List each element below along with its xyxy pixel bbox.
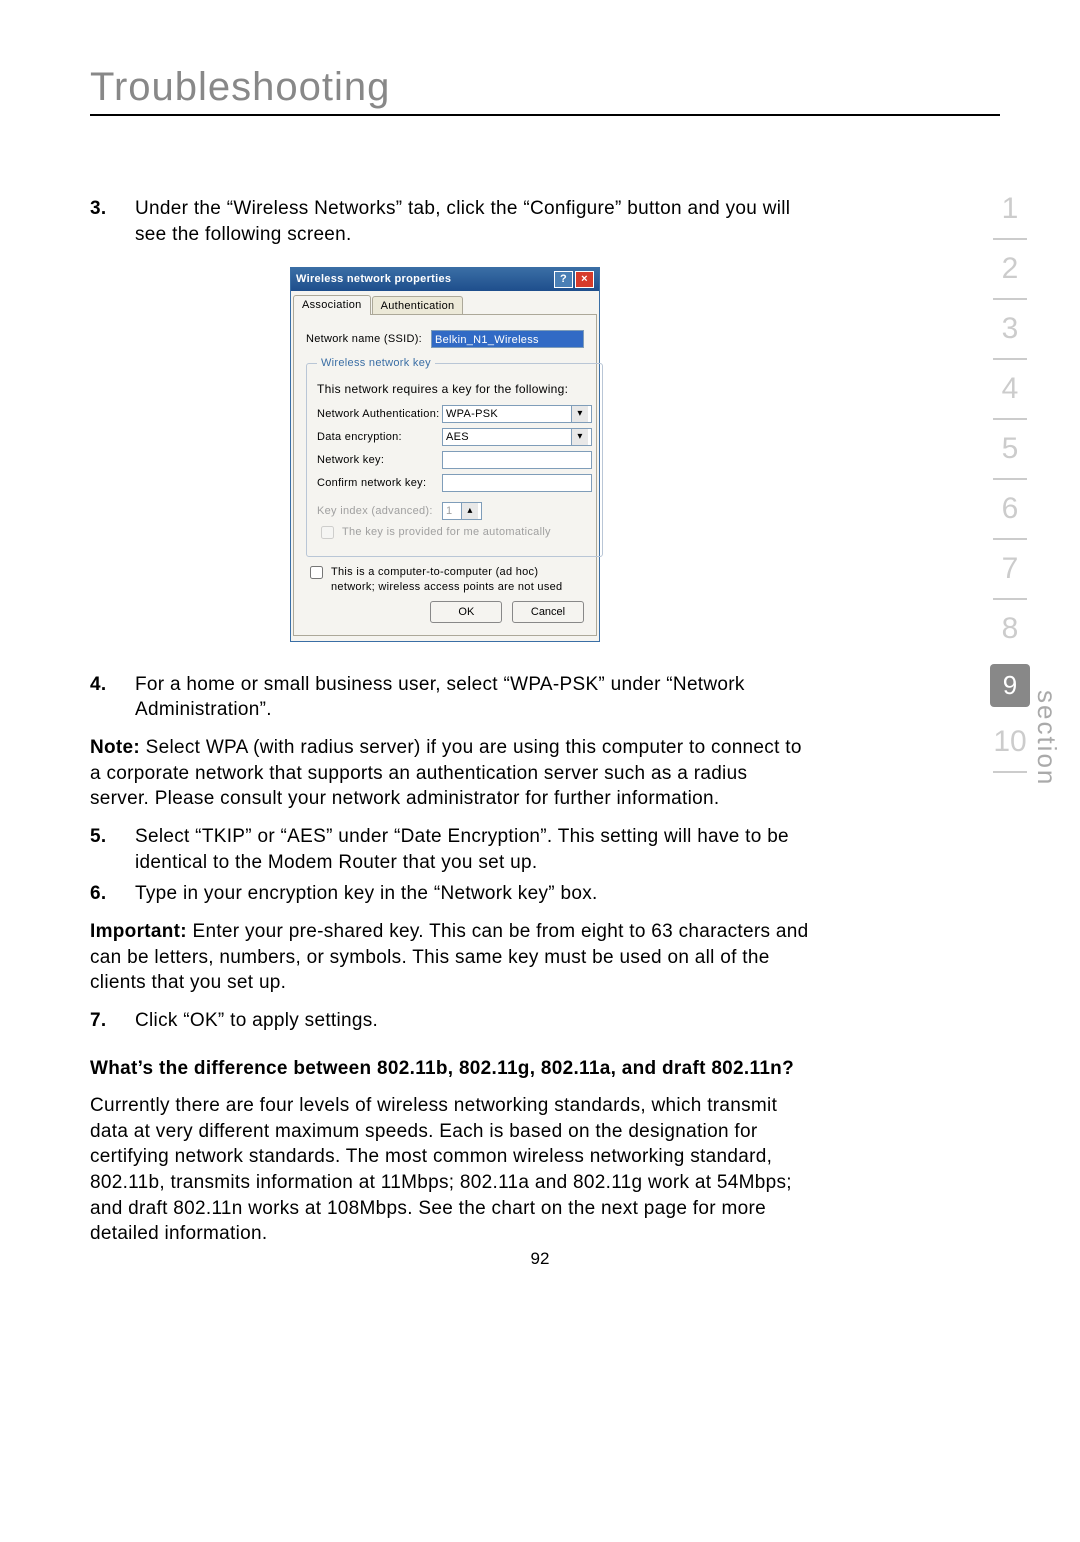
dialog-titlebar: Wireless network properties ? × <box>291 268 599 291</box>
main-content: 3. Under the “Wireless Networks” tab, cl… <box>90 196 810 1247</box>
key-label: Network key: <box>317 453 442 468</box>
cancel-button[interactable]: Cancel <box>512 601 584 623</box>
important-label: Important: <box>90 921 187 942</box>
nav-9-active[interactable]: 9 <box>990 664 1030 707</box>
step-number: 5. <box>90 824 135 875</box>
step-number: 6. <box>90 881 135 907</box>
enc-select[interactable]: AES▾ <box>442 428 592 446</box>
auto-key-label: The key is provided for me automatically <box>342 525 551 540</box>
page-number: 92 <box>0 1249 1080 1269</box>
step-number: 4. <box>90 672 135 723</box>
step-text: Under the “Wireless Networks” tab, click… <box>135 196 810 247</box>
chevron-down-icon: ▾ <box>571 429 588 445</box>
step-7: 7. Click “OK” to apply settings. <box>90 1008 810 1034</box>
nav-1[interactable]: 1 <box>990 180 1030 238</box>
tab-association[interactable]: Association <box>293 295 371 315</box>
keyindex-label: Key index (advanced): <box>317 504 442 519</box>
ok-button[interactable]: OK <box>430 601 502 623</box>
chevron-down-icon: ▾ <box>571 406 588 422</box>
nav-7[interactable]: 7 <box>990 540 1030 598</box>
step-number: 3. <box>90 196 135 247</box>
step-number: 7. <box>90 1008 135 1034</box>
nav-5[interactable]: 5 <box>990 420 1030 478</box>
auth-select[interactable]: WPA-PSK▾ <box>442 405 592 423</box>
note-text: Select WPA (with radius server) if you a… <box>90 737 802 809</box>
step-text: For a home or small business user, selec… <box>135 672 810 723</box>
ssid-label: Network name (SSID): <box>306 332 431 347</box>
keyindex-select: 1▴ <box>442 502 482 520</box>
page-title: Troubleshooting <box>90 65 1000 116</box>
step-3: 3. Under the “Wireless Networks” tab, cl… <box>90 196 810 247</box>
wireless-key-fieldset: Wireless network key This network requir… <box>306 356 603 557</box>
fieldset-legend: Wireless network key <box>317 356 435 371</box>
step-5: 5. Select “TKIP” or “AES” under “Date En… <box>90 824 810 875</box>
confirm-key-input[interactable] <box>442 474 592 492</box>
nav-divider <box>993 771 1027 773</box>
nav-4[interactable]: 4 <box>990 360 1030 418</box>
question-heading: What’s the difference between 802.11b, 8… <box>90 1056 810 1082</box>
enc-label: Data encryption: <box>317 430 442 445</box>
step-text: Select “TKIP” or “AES” under “Date Encry… <box>135 824 810 875</box>
important-text: Enter your pre-shared key. This can be f… <box>90 921 808 993</box>
wireless-dialog: Wireless network properties ? × Associat… <box>290 267 600 642</box>
note-paragraph: Note: Select WPA (with radius server) if… <box>90 735 810 812</box>
nav-8[interactable]: 8 <box>990 600 1030 658</box>
nav-10[interactable]: 10 <box>990 713 1030 771</box>
adhoc-label: This is a computer-to-computer (ad hoc) … <box>331 565 584 595</box>
section-label: section <box>1031 690 1062 786</box>
close-icon[interactable]: × <box>575 271 594 288</box>
important-paragraph: Important: Enter your pre-shared key. Th… <box>90 919 810 996</box>
stepper-icon: ▴ <box>461 503 478 519</box>
note-label: Note: <box>90 737 140 758</box>
step-6: 6. Type in your encryption key in the “N… <box>90 881 810 907</box>
nav-2[interactable]: 2 <box>990 240 1030 298</box>
step-text: Click “OK” to apply settings. <box>135 1008 810 1034</box>
step-4: 4. For a home or small business user, se… <box>90 672 810 723</box>
help-icon[interactable]: ? <box>554 271 573 288</box>
auto-key-checkbox <box>321 526 334 539</box>
confirm-label: Confirm network key: <box>317 476 442 491</box>
nav-3[interactable]: 3 <box>990 300 1030 358</box>
network-key-input[interactable] <box>442 451 592 469</box>
adhoc-checkbox[interactable] <box>310 566 323 579</box>
ssid-field[interactable]: Belkin_N1_Wireless <box>431 330 584 348</box>
auth-label: Network Authentication: <box>317 407 442 422</box>
fieldset-desc: This network requires a key for the foll… <box>317 381 592 397</box>
nav-6[interactable]: 6 <box>990 480 1030 538</box>
step-text: Type in your encryption key in the “Netw… <box>135 881 810 907</box>
section-nav: 1 2 3 4 5 6 7 8 9 10 <box>988 180 1032 773</box>
question-body: Currently there are four levels of wirel… <box>90 1093 810 1247</box>
dialog-title: Wireless network properties <box>296 272 451 287</box>
